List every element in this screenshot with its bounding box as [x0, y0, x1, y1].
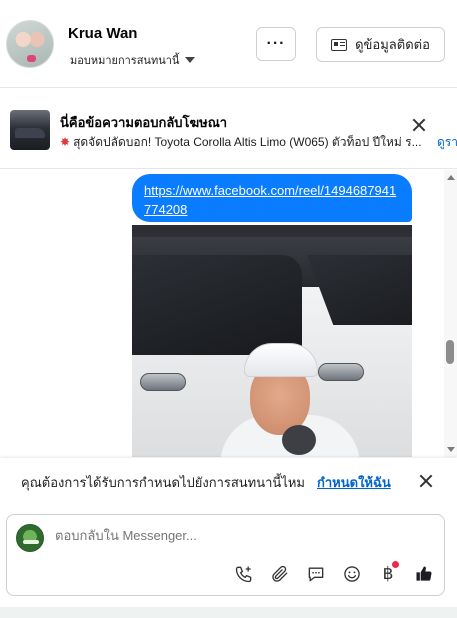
close-icon[interactable]	[412, 118, 426, 132]
reel-video-preview[interactable]	[132, 225, 412, 457]
baht-glyph: ฿	[382, 564, 394, 584]
thumbs-up-icon[interactable]	[413, 563, 435, 585]
ad-reply-title: นี่คือข้อความตอบกลับโฆษณา	[60, 115, 228, 130]
scroll-up-arrow-icon[interactable]	[447, 175, 455, 180]
sparkle-icon: ✸	[60, 135, 71, 149]
assign-to-me-link[interactable]: กำหนดให้ฉัน	[317, 472, 391, 493]
scrollbar-thumb[interactable]	[446, 340, 454, 364]
bottom-strip	[0, 607, 457, 618]
ad-thumbnail	[10, 110, 50, 150]
assign-label: มอบหมายการสนทนานี้	[70, 55, 180, 67]
microphone	[282, 425, 316, 455]
person-cap	[244, 343, 318, 377]
message-thread: https://www.facebook.com/reel/1494687941…	[0, 170, 457, 457]
assign-notice-bar: คุณต้องการได้รับการกำหนดไปยังการสนทนานี้…	[0, 458, 457, 502]
contact-avatar[interactable]	[6, 20, 54, 68]
scroll-down-arrow-icon[interactable]	[447, 447, 455, 452]
ad-reply-subtitle: ✸ สุดจัดปลัดบอก! Toyota Corolla Altis Lim…	[60, 133, 430, 152]
contact-name[interactable]: Krua Wan	[68, 25, 137, 42]
ad-subtitle-text: สุดจัดปลัดบอก! Toyota Corolla Altis Limo…	[73, 135, 422, 149]
more-options-button[interactable]: ···	[256, 27, 296, 61]
close-icon[interactable]	[419, 474, 433, 488]
chat-bubble-icon[interactable]	[305, 563, 327, 585]
conversation-header: Krua Wan มอบหมายการสนทนานี้ ··· ดูข้อมูล…	[0, 0, 457, 88]
view-contact-info-button[interactable]: ดูข้อมูลติดต่อ	[316, 27, 445, 62]
notification-dot	[392, 561, 399, 568]
page-avatar	[16, 524, 44, 552]
caret-down-icon	[185, 57, 196, 63]
door-handle	[140, 373, 186, 391]
ad-reply-banner: นี่คือข้อความตอบกลับโฆษณา ✸ สุดจัดปลัดบอก…	[0, 89, 457, 169]
view-contact-info-label: ดูข้อมูลติดต่อ	[355, 37, 430, 52]
smile-icon[interactable]	[341, 563, 363, 585]
outgoing-message-link[interactable]: https://www.facebook.com/reel/1494687941…	[132, 174, 412, 222]
messenger-inbox-panel: Krua Wan มอบหมายการสนทนานี้ ··· ดูข้อมูล…	[0, 0, 457, 618]
call-plus-icon[interactable]	[233, 563, 255, 585]
assign-conversation-dropdown[interactable]: มอบหมายการสนทนานี้	[70, 51, 196, 69]
door-handle	[318, 363, 364, 381]
thread-scrollbar[interactable]	[444, 170, 457, 457]
car-window	[132, 255, 302, 355]
view-ad-link[interactable]: ดูรา	[437, 133, 457, 152]
message-composer: ฿	[6, 514, 445, 596]
composer-toolbar: ฿	[233, 561, 435, 587]
assign-notice-text: คุณต้องการได้รับการกำหนดไปยังการสนทนานี้…	[21, 475, 305, 490]
reply-input[interactable]	[55, 528, 425, 543]
paperclip-icon[interactable]	[269, 563, 291, 585]
avatar-decoration	[27, 55, 36, 62]
contact-card-icon	[331, 38, 348, 51]
composer-area: ฿	[0, 502, 457, 618]
baht-icon[interactable]: ฿	[377, 561, 399, 585]
